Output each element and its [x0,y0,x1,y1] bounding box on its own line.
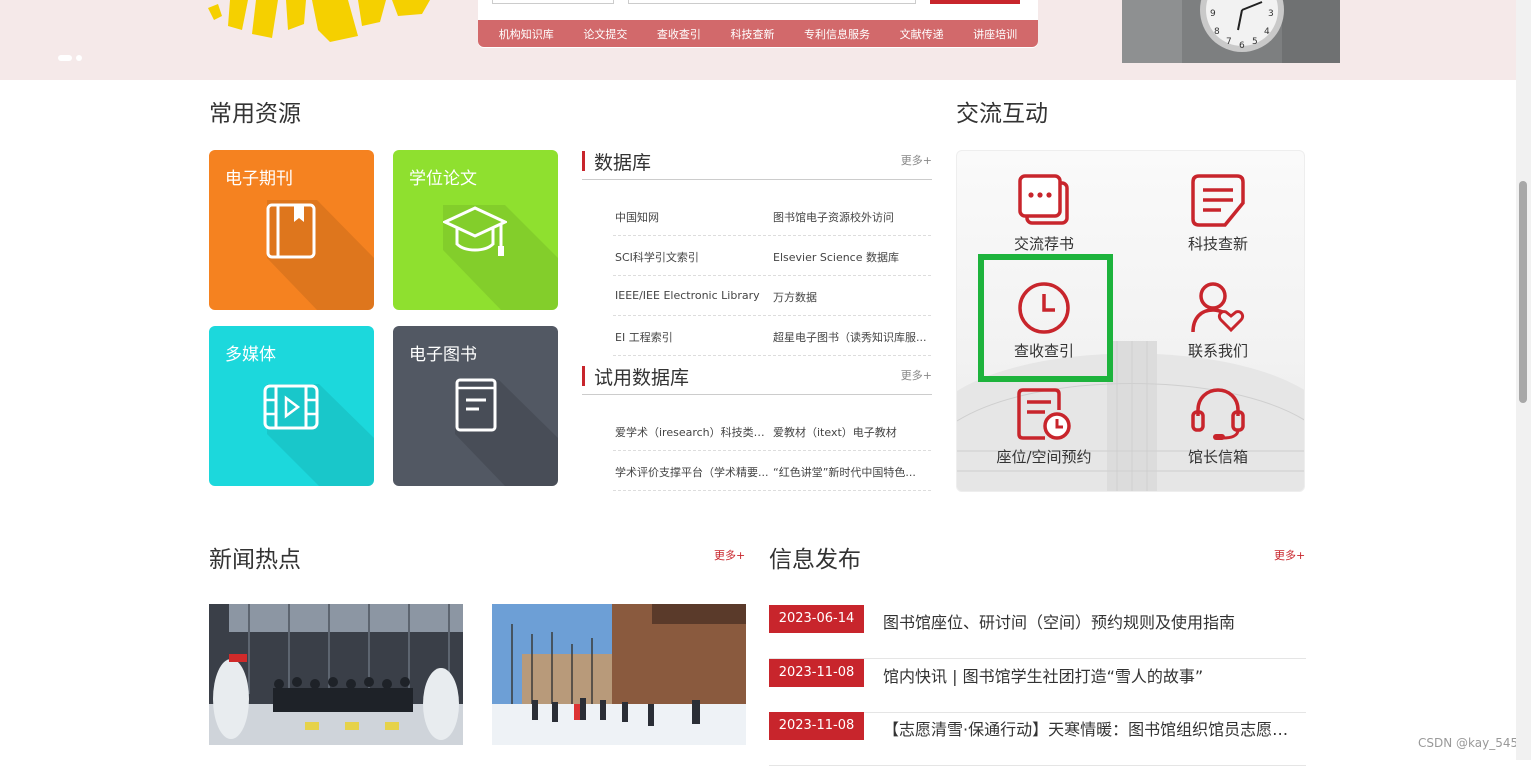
svg-text:3: 3 [1268,9,1274,19]
database-link[interactable]: 图书馆电子资源校外访问 [773,209,931,225]
svg-text:9: 9 [1210,9,1216,19]
chat-icon [1018,174,1069,225]
quick-nav-item[interactable]: 查收查引 [657,26,701,42]
database-title: 数据库 [594,152,652,174]
carousel-dot[interactable] [76,54,82,61]
info-more-link[interactable]: 更多+ [1274,547,1305,563]
database-link[interactable]: 万方数据 [773,289,931,305]
trial-database-title: 试用数据库 [594,367,690,389]
quick-nav-item[interactable]: 科技查新 [730,26,774,42]
date-badge: 2023-11-08 [769,659,864,687]
trial-database-header: 试用数据库 更多+ [582,365,932,395]
interaction-item-contact[interactable]: 联系我们 [1153,280,1283,361]
trial-database-link[interactable]: 爱学术（iresearch）科技类外... [615,424,772,440]
database-more-link[interactable]: 更多+ [901,152,932,168]
header-accent-bar [582,151,585,171]
date-badge: 2023-11-08 [769,712,864,740]
trial-database-link[interactable]: 爱教材（itext）电子教材 [773,424,931,440]
search-button[interactable] [930,0,1020,4]
news-more-link[interactable]: 更多+ [714,547,745,563]
clock-photo: 9 8 7 6 5 4 3 [1122,0,1340,63]
top-banner: 机构知识库 论文提交 查收查引 科技查新 专利信息服务 文献传递 讲座培训 9 … [0,0,1516,80]
svg-text:6: 6 [1239,41,1245,51]
trial-database-link[interactable]: “红色讲堂”新时代中国特色... [773,464,931,480]
watermark: CSDN @kay_545 [1418,736,1519,750]
interaction-item-director-mailbox[interactable]: 馆长信箱 [1153,386,1283,467]
database-link[interactable]: SCI科学引文索引 [615,249,772,265]
carousel-dots[interactable] [58,47,86,66]
interaction-label: 科技查新 [1187,235,1248,253]
tile-label: 多媒体 [225,345,276,365]
info-title[interactable]: 【志愿清雪·保通行动】天寒情暖：图书馆组织馆员志愿者... [883,716,1303,740]
tile-label: 学位论文 [409,169,477,189]
svg-text:8: 8 [1214,27,1220,37]
quick-nav-item[interactable]: 讲座培训 [973,26,1017,42]
interaction-label: 座位/空间预约 [996,448,1092,466]
svg-text:4: 4 [1264,27,1270,37]
tile-ejournal[interactable]: 电子期刊 [209,150,374,310]
database-link[interactable]: EI 工程索引 [615,329,772,345]
interaction-item-recommend[interactable]: 交流荐书 [979,173,1109,254]
database-link[interactable]: 超星电子图书（读秀知识库服... [773,329,931,345]
graduation-cap-icon [443,206,507,256]
info-title[interactable]: 馆内快讯 | 图书馆学生社团打造“雪人的故事” [883,663,1303,687]
date-badge: 2023-06-14 [769,605,864,633]
quick-nav-item[interactable]: 论文提交 [583,26,627,42]
info-title[interactable]: 图书馆座位、研讨间（空间）预约规则及使用指南 [883,609,1303,633]
database-header: 数据库 更多+ [582,150,932,180]
book-icon [266,203,316,259]
search-type-select[interactable] [492,0,614,4]
interaction-item-seat-reservation[interactable]: 座位/空间预约 [979,386,1109,467]
list-item[interactable]: 2023-11-08 馆内快讯 | 图书馆学生社团打造“雪人的故事” [769,659,1306,713]
search-input[interactable] [628,0,916,4]
list-item[interactable]: 2023-06-14 图书馆座位、研讨间（空间）预约规则及使用指南 [769,605,1306,659]
section-title-common: 常用资源 [209,101,301,127]
section-title-news: 新闻热点 [209,547,301,573]
quick-nav-item[interactable]: 机构知识库 [499,26,554,42]
headset-icon [1191,388,1245,440]
database-link[interactable]: 中国知网 [615,209,772,225]
tile-label: 电子图书 [409,345,477,365]
tile-ebook[interactable]: 电子图书 [393,326,558,486]
tile-multimedia[interactable]: 多媒体 [209,326,374,486]
interaction-label: 交流荐书 [1013,235,1074,253]
reservation-icon [1017,388,1071,440]
list-item: EI 工程索引 超星电子图书（读秀知识库服... [613,316,931,356]
quick-nav-item[interactable]: 文献传递 [900,26,944,42]
banner-logo-art [208,0,430,42]
list-item[interactable]: 2023-11-08 【志愿清雪·保通行动】天寒情暖：图书馆组织馆员志愿者... [769,712,1306,766]
svg-text:7: 7 [1226,37,1232,47]
section-title-info: 信息发布 [769,547,861,573]
carousel-dot-active[interactable] [58,54,72,61]
quick-nav-item[interactable]: 专利信息服务 [804,26,870,42]
video-icon [263,384,319,430]
highlight-box [978,254,1113,382]
user-heart-icon [1191,282,1245,333]
scrollbar-thumb[interactable] [1519,181,1527,403]
tile-label: 电子期刊 [225,169,293,189]
header-accent-bar [582,366,585,386]
interaction-label: 联系我们 [1187,342,1248,360]
list-item: SCI科学引文索引 Elsevier Science 数据库 [613,236,931,276]
interaction-label: 馆长信箱 [1187,448,1248,466]
svg-text:5: 5 [1252,37,1258,47]
document-list-icon [1191,174,1245,227]
list-item: 爱学术（iresearch）科技类外... 爱教材（itext）电子教材 [613,411,931,451]
interaction-item-novelty-search[interactable]: 科技查新 [1153,173,1283,254]
list-item: 中国知网 图书馆电子资源校外访问 [613,196,931,236]
trial-database-more-link[interactable]: 更多+ [901,367,932,383]
ebook-icon [455,378,497,432]
news-photo-1[interactable] [209,604,463,745]
database-link[interactable]: IEEE/IEE Electronic Library [615,289,772,302]
list-item: IEEE/IEE Electronic Library 万方数据 [613,276,931,316]
list-item: 学术评价支撑平台（学术精要... “红色讲堂”新时代中国特色... [613,451,931,491]
quick-nav-bar: 机构知识库 论文提交 查收查引 科技查新 专利信息服务 文献传递 讲座培训 [478,20,1038,47]
tile-thesis[interactable]: 学位论文 [393,150,558,310]
section-title-interaction: 交流互动 [956,101,1048,127]
database-link[interactable]: Elsevier Science 数据库 [773,249,931,265]
trial-database-link[interactable]: 学术评价支撑平台（学术精要... [615,464,772,480]
news-photo-2[interactable] [492,604,746,745]
